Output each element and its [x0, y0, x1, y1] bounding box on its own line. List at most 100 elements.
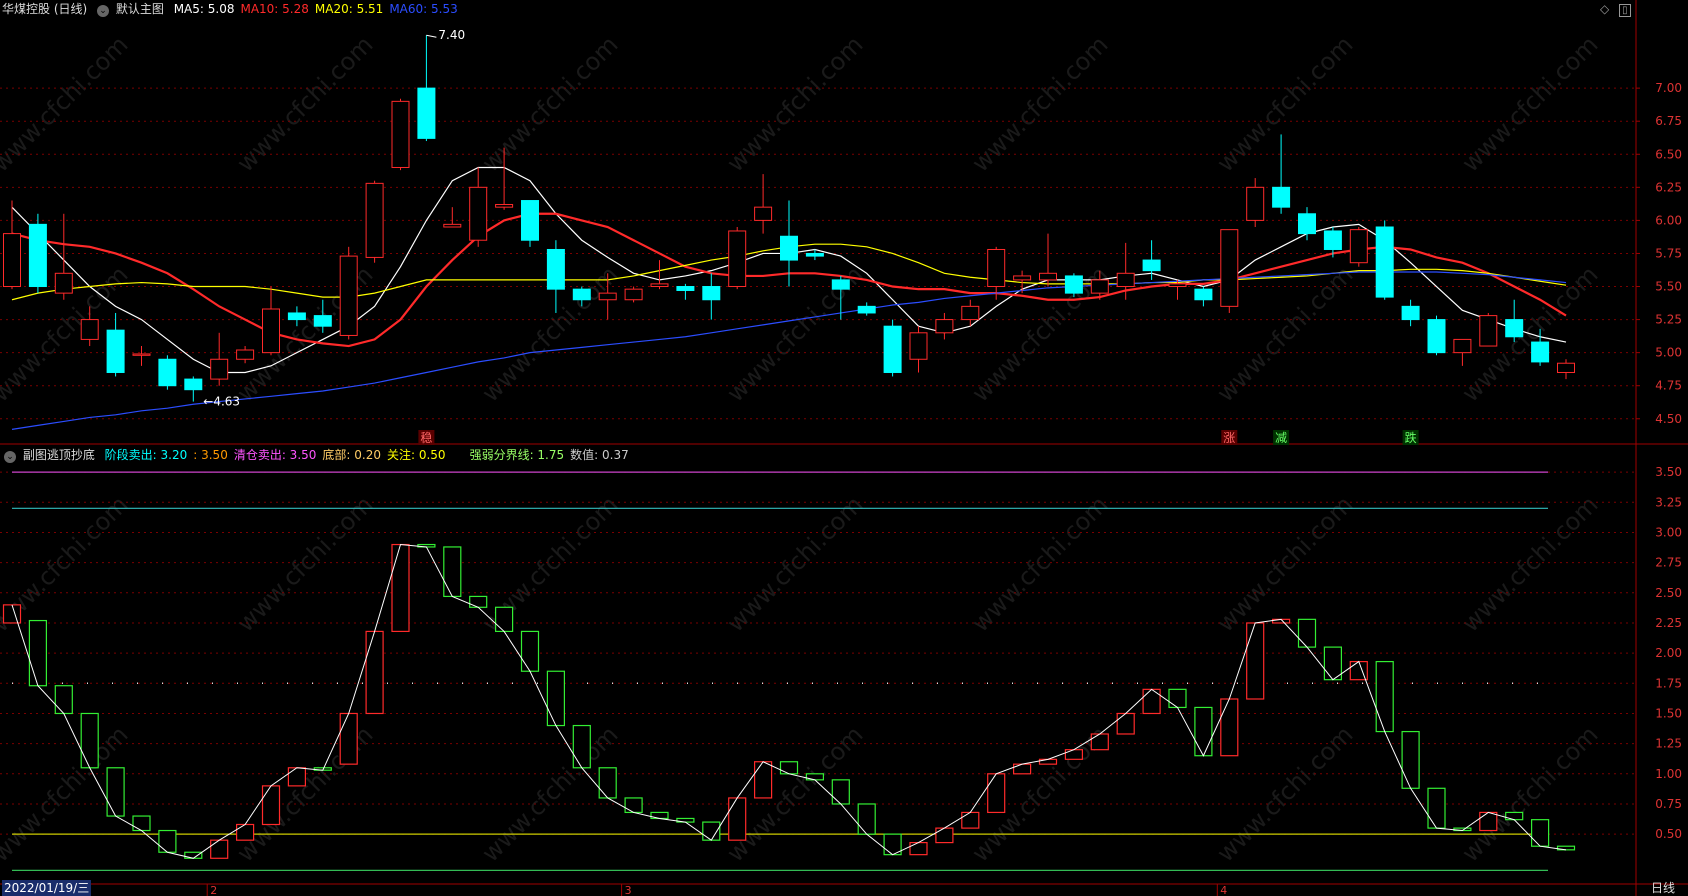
candle-body[interactable] [417, 87, 436, 139]
indicator-bar[interactable] [443, 546, 462, 598]
candle-body[interactable] [831, 279, 850, 290]
indicator-bar[interactable] [1246, 622, 1265, 700]
candle-body[interactable] [935, 319, 954, 334]
candle-body[interactable] [469, 186, 488, 241]
candle-body[interactable] [1401, 305, 1420, 321]
indicator-bar[interactable] [728, 797, 747, 841]
candle-body[interactable] [184, 378, 203, 391]
candle-body[interactable] [624, 288, 643, 301]
indicator-bar[interactable] [1530, 819, 1550, 847]
candle-body[interactable] [339, 255, 358, 336]
indicator-bar[interactable] [339, 712, 358, 765]
indicator-bar[interactable] [2, 604, 22, 624]
indicator-bar[interactable] [54, 685, 73, 715]
candle-body[interactable] [1220, 229, 1239, 307]
candle-body[interactable] [1557, 362, 1575, 373]
indicator-bar[interactable] [210, 839, 229, 859]
indicator-bar[interactable] [831, 779, 850, 805]
indicator-bar[interactable] [1401, 730, 1420, 789]
indicator-bar[interactable] [80, 712, 99, 769]
indicator-bar[interactable] [1375, 660, 1394, 733]
indicator-bar[interactable] [624, 797, 643, 814]
candle-body[interactable] [262, 308, 280, 354]
indicator-bar[interactable] [1090, 733, 1109, 751]
candle-body[interactable] [1531, 341, 1550, 363]
candle-body[interactable] [1013, 275, 1032, 281]
candle-body[interactable] [54, 272, 73, 294]
candle-body[interactable] [1323, 230, 1342, 250]
candle-body[interactable] [676, 286, 695, 291]
candle-body[interactable] [495, 204, 514, 208]
candle-body[interactable] [1427, 319, 1446, 354]
candle-body[interactable] [80, 319, 99, 340]
indicator-bar[interactable] [365, 630, 384, 715]
indicator-bar[interactable] [753, 761, 773, 799]
indicator-bar[interactable] [1194, 706, 1213, 757]
candle-body[interactable] [909, 332, 928, 360]
indicator-bar[interactable] [287, 767, 306, 787]
indicator-bar[interactable] [1297, 618, 1317, 648]
indicator-bar[interactable] [236, 823, 255, 841]
candle-body[interactable] [728, 230, 747, 288]
candle-body[interactable] [961, 305, 980, 321]
candle-body[interactable] [1194, 288, 1213, 301]
candle-body[interactable] [1272, 186, 1291, 208]
candle-body[interactable] [1142, 259, 1161, 272]
candle-body[interactable] [1298, 213, 1316, 235]
candle-body[interactable] [1246, 186, 1265, 221]
candle-body[interactable] [1064, 275, 1083, 294]
indicator-bar[interactable] [779, 761, 799, 775]
candle-body[interactable] [650, 283, 669, 288]
indicator-bar[interactable] [546, 670, 566, 727]
candle-body[interactable] [1349, 229, 1368, 264]
sub-title[interactable]: 副图逃顶抄底 [23, 448, 95, 462]
candle-body[interactable] [1453, 338, 1472, 354]
candle-body[interactable] [287, 312, 306, 321]
indicator-bar[interactable] [1220, 698, 1239, 757]
candle-body[interactable] [158, 358, 177, 387]
settings-icon[interactable]: ⌄ [4, 451, 16, 463]
indicator-bar[interactable] [909, 841, 928, 856]
candle-body[interactable] [313, 315, 332, 327]
indicator-bar[interactable] [132, 815, 151, 832]
indicator-bar[interactable] [1116, 712, 1135, 735]
candle-body[interactable] [857, 305, 876, 314]
candle-body[interactable] [443, 223, 462, 228]
candle-body[interactable] [805, 252, 824, 257]
indicator-bar[interactable] [469, 595, 488, 608]
indicator-bar[interactable] [961, 811, 980, 829]
main-chart-label[interactable]: 默认主图 [116, 2, 164, 16]
indicator-bar[interactable] [598, 767, 617, 799]
candle-body[interactable] [780, 235, 798, 261]
indicator-bar[interactable] [158, 829, 177, 853]
indicator-bar[interactable] [391, 543, 410, 633]
diamond-icon[interactable]: ◇ [1600, 2, 1609, 16]
candle-body[interactable] [754, 206, 773, 221]
candle-body[interactable] [883, 325, 902, 373]
candle-body[interactable] [1479, 315, 1498, 347]
candle-body[interactable] [987, 248, 1006, 288]
candle-body[interactable] [236, 349, 255, 360]
toggle-panel-icon[interactable]: ▯ [1619, 4, 1631, 17]
candle-body[interactable] [1116, 272, 1135, 288]
candle-body[interactable] [572, 288, 591, 301]
indicator-bar[interactable] [1479, 811, 1498, 832]
candle-body[interactable] [365, 182, 384, 258]
indicator-bar[interactable] [1505, 811, 1524, 821]
indicator-bar[interactable] [572, 724, 591, 769]
indicator-bar[interactable] [1064, 749, 1084, 760]
indicator-bar[interactable] [1012, 763, 1032, 775]
candle-body[interactable] [1375, 226, 1394, 298]
indicator-bar[interactable] [935, 827, 954, 844]
candle-body[interactable] [521, 200, 539, 241]
indicator-bar[interactable] [520, 630, 540, 672]
chevron-down-icon[interactable]: ⌄ [97, 5, 110, 17]
candle-body[interactable] [3, 233, 21, 288]
indicator-bar[interactable] [1168, 688, 1187, 709]
candle-body[interactable] [1039, 272, 1057, 281]
indicator-bar[interactable] [28, 619, 47, 687]
indicator-bar[interactable] [1323, 646, 1343, 681]
candle-body[interactable] [106, 329, 125, 373]
indicator-bar[interactable] [987, 773, 1006, 814]
candle-body[interactable] [1505, 319, 1524, 338]
